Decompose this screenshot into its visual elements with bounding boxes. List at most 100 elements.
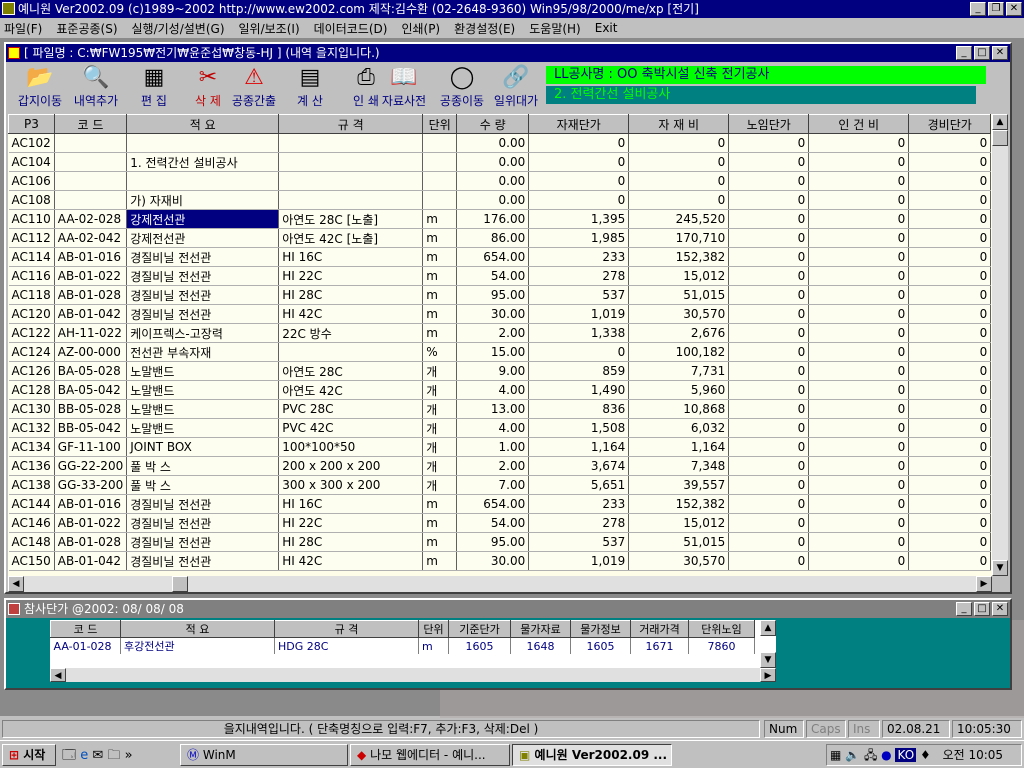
- table-cell[interactable]: 0: [728, 323, 810, 343]
- table-cell[interactable]: 0: [808, 266, 910, 286]
- toolbar-button-8[interactable]: ◯ 공종이동: [434, 64, 490, 112]
- column-header[interactable]: 노임단가: [728, 114, 810, 134]
- price-scroll-down-button[interactable]: ▼: [760, 652, 776, 668]
- table-cell[interactable]: 15.00: [456, 342, 530, 362]
- price-column-header[interactable]: 단위노임: [688, 620, 755, 638]
- table-cell[interactable]: 0: [808, 361, 910, 381]
- price-cell[interactable]: AA-01-028: [50, 637, 121, 654]
- table-cell[interactable]: [54, 171, 128, 191]
- table-cell[interactable]: 경질비닐 전선관: [126, 532, 280, 552]
- table-cell[interactable]: 30.00: [456, 551, 530, 571]
- price-scroll-up-button[interactable]: ▲: [760, 620, 776, 636]
- table-cell[interactable]: 경질비닐 전선관: [126, 513, 280, 533]
- toolbar-button-2[interactable]: ▦ 편 집: [126, 64, 182, 112]
- table-cell[interactable]: 51,015: [628, 532, 730, 552]
- table-cell[interactable]: AC106: [8, 171, 55, 191]
- more-chevron-icon[interactable]: »: [125, 748, 133, 763]
- table-cell[interactable]: AA-02-028: [54, 209, 128, 229]
- table-cell[interactable]: 537: [528, 532, 630, 552]
- table-cell[interactable]: AC120: [8, 304, 55, 324]
- table-cell[interactable]: AC132: [8, 418, 55, 438]
- table-cell[interactable]: 경질비닐 전선관: [126, 247, 280, 267]
- price-column-header[interactable]: 거래가격: [630, 620, 689, 638]
- table-cell[interactable]: 537: [528, 285, 630, 305]
- table-cell[interactable]: 0: [728, 152, 810, 172]
- table-cell[interactable]: HI 16C: [278, 494, 424, 514]
- table-cell[interactable]: 0: [728, 247, 810, 267]
- table-cell[interactable]: 노말밴드: [126, 361, 280, 381]
- table-cell[interactable]: HI 42C: [278, 304, 424, 324]
- table-cell[interactable]: 859: [528, 361, 630, 381]
- table-cell[interactable]: 1,019: [528, 551, 630, 571]
- table-cell[interactable]: 0: [528, 171, 630, 191]
- outlook-icon[interactable]: ✉: [92, 748, 103, 763]
- table-cell[interactable]: 0: [908, 304, 992, 324]
- column-header[interactable]: 자재단가: [528, 114, 630, 134]
- price-scroll-right-button[interactable]: ▶: [760, 668, 776, 682]
- table-cell[interactable]: 6,032: [628, 418, 730, 438]
- table-cell[interactable]: 1,395: [528, 209, 630, 229]
- table-cell[interactable]: 경질비닐 전선관: [126, 304, 280, 324]
- table-cell[interactable]: 경질비닐 전선관: [126, 266, 280, 286]
- start-button[interactable]: ⊞ 시작: [2, 744, 56, 766]
- table-cell[interactable]: 개: [422, 399, 458, 419]
- table-cell[interactable]: 노말밴드: [126, 399, 280, 419]
- table-cell[interactable]: m: [422, 494, 458, 514]
- table-cell[interactable]: AC110: [8, 209, 55, 229]
- menu-item-5[interactable]: 인쇄(P): [401, 20, 440, 37]
- table-cell[interactable]: m: [422, 247, 458, 267]
- table-cell[interactable]: 0: [528, 133, 630, 153]
- table-cell[interactable]: JOINT BOX: [126, 437, 280, 457]
- table-cell[interactable]: 0: [808, 418, 910, 438]
- task-yenione[interactable]: ▣ 예니원 Ver2002.09 ...: [512, 744, 672, 766]
- table-cell[interactable]: [278, 171, 424, 191]
- table-cell[interactable]: 0: [728, 133, 810, 153]
- table-cell[interactable]: 30,570: [628, 551, 730, 571]
- table-cell[interactable]: PVC 28C: [278, 399, 424, 419]
- table-cell[interactable]: 노말밴드: [126, 418, 280, 438]
- speaker-icon[interactable]: 🔈: [845, 748, 860, 762]
- table-cell[interactable]: 0: [628, 133, 730, 153]
- desktop-icon[interactable]: 🗔: [62, 748, 76, 763]
- table-row[interactable]: AC126 BA-05-028 노말밴드 아연도 28C 개 9.00 859 7,731 0 0…: [8, 361, 992, 381]
- tray-extra-icon[interactable]: ♦: [920, 748, 931, 762]
- table-cell[interactable]: 0: [628, 152, 730, 172]
- table-row[interactable]: AC128 BA-05-042 노말밴드 아연도 42C 개 4.00 1,490 5,960…: [8, 380, 992, 400]
- table-cell[interactable]: 0: [528, 342, 630, 362]
- table-cell[interactable]: AC136: [8, 456, 55, 476]
- table-cell[interactable]: AC138: [8, 475, 55, 495]
- table-cell[interactable]: 30.00: [456, 304, 530, 324]
- table-cell[interactable]: AC148: [8, 532, 55, 552]
- table-cell[interactable]: 0: [908, 380, 992, 400]
- table-cell[interactable]: [278, 133, 424, 153]
- table-cell[interactable]: 0: [628, 171, 730, 191]
- table-cell[interactable]: AB-01-016: [54, 494, 128, 514]
- toolbar-button-4[interactable]: ⚠ 공종간출: [226, 64, 282, 112]
- column-header[interactable]: 자 재 비: [628, 114, 730, 134]
- table-cell[interactable]: 0: [808, 399, 910, 419]
- task-winm[interactable]: Ⓜ WinM: [180, 744, 348, 766]
- table-cell[interactable]: 0: [808, 323, 910, 343]
- table-row[interactable]: AC120 AB-01-042 경질비닐 전선관 HI 42C m 30.00 1,019 3…: [8, 304, 992, 324]
- table-cell[interactable]: 4.00: [456, 418, 530, 438]
- table-cell[interactable]: AC124: [8, 342, 55, 362]
- table-cell[interactable]: AC102: [8, 133, 55, 153]
- table-cell[interactable]: 0: [908, 494, 992, 514]
- table-cell[interactable]: BA-05-028: [54, 361, 128, 381]
- table-cell[interactable]: 0: [808, 551, 910, 571]
- table-cell[interactable]: m: [422, 532, 458, 552]
- table-row[interactable]: AC114 AB-01-016 경질비닐 전선관 HI 16C m 654.00 233 15…: [8, 247, 992, 267]
- menu-item-2[interactable]: 실행/기성/설변(G): [132, 20, 225, 37]
- column-header[interactable]: 적 요: [126, 114, 280, 134]
- table-cell[interactable]: 1,338: [528, 323, 630, 343]
- table-cell[interactable]: 노말밴드: [126, 380, 280, 400]
- close-button[interactable]: ✕: [1006, 2, 1022, 16]
- menu-item-4[interactable]: 데이터코드(D): [314, 20, 388, 37]
- table-cell[interactable]: m: [422, 513, 458, 533]
- table-cell[interactable]: GF-11-100: [54, 437, 128, 457]
- price-horizontal-scrollbar[interactable]: ◀ ▶: [50, 668, 776, 682]
- table-cell[interactable]: AC130: [8, 399, 55, 419]
- table-cell[interactable]: 2,676: [628, 323, 730, 343]
- table-cell[interactable]: 0: [908, 532, 992, 552]
- price-cell[interactable]: 7860: [688, 637, 755, 654]
